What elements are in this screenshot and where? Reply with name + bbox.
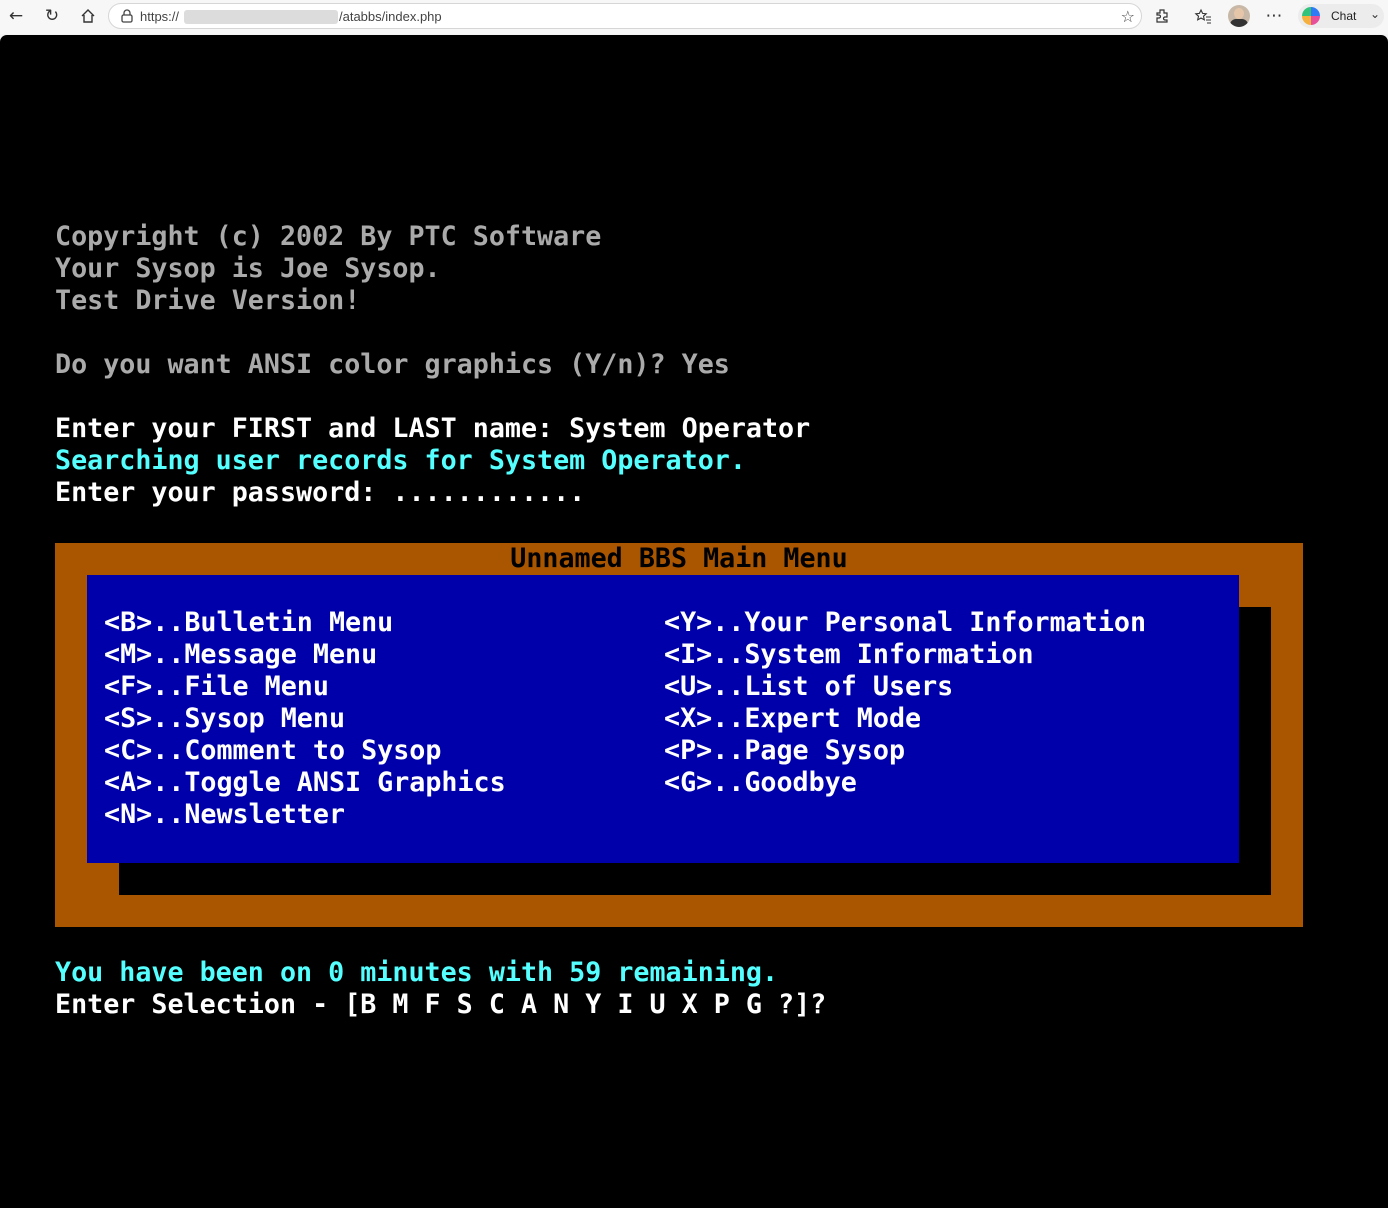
more-options-icon[interactable]: ⋯ [1261,4,1287,28]
menu-item-file[interactable]: <F>..File Menu [104,671,329,703]
time-status-line: You have been on 0 minutes with 59 remai… [55,957,779,988]
menu-item-message[interactable]: <M>..Message Menu [104,639,377,671]
menu-item-sysop[interactable]: <S>..Sysop Menu [104,703,345,735]
chat-label: Chat [1331,9,1357,23]
password-prompt-line: Enter your password: ............ [55,477,586,508]
browser-toolbar: ← ↻ https:// /atabbs/index.php ☆ ⋯ Chat … [0,0,1388,34]
extensions-icon[interactable] [1149,4,1175,28]
menu-title: Unnamed BBS Main Menu [510,543,848,574]
menu-item-goodbye[interactable]: <G>..Goodbye [664,767,857,799]
bbs-terminal[interactable]: Copyright (c) 2002 By PTC Software Your … [0,35,1388,1208]
searching-line: Searching user records for System Operat… [55,445,746,476]
copyright-line: Copyright (c) 2002 By PTC Software [55,221,602,252]
favorite-star-icon[interactable]: ☆ [1121,7,1135,26]
name-prompt-line: Enter your FIRST and LAST name: System O… [55,413,811,444]
menu-item-personal-info[interactable]: <Y>..Your Personal Information [664,607,1146,639]
profile-avatar[interactable] [1228,5,1250,27]
back-arrow-icon[interactable]: ← [3,4,29,28]
menu-item-toggle-ansi[interactable]: <A>..Toggle ANSI Graphics [104,767,506,799]
menu-item-system-info[interactable]: <I>..System Information [664,639,1034,671]
address-bar[interactable]: https:// /atabbs/index.php ☆ [108,3,1142,29]
chat-button[interactable]: Chat ⌄ [1298,4,1384,28]
home-icon[interactable] [75,4,101,28]
menu-item-comment[interactable]: <C>..Comment to Sysop [104,735,441,767]
menu-item-user-list[interactable]: <U>..List of Users [664,671,953,703]
refresh-icon[interactable]: ↻ [39,4,65,28]
menu-panel: <B>..Bulletin Menu <M>..Message Menu <F>… [87,575,1239,863]
menu-item-page-sysop[interactable]: <P>..Page Sysop [664,735,905,767]
url-scheme: https:// [140,9,180,24]
chevron-down-icon: ⌄ [1370,7,1381,21]
lock-icon [121,9,133,23]
url-path: /atabbs/index.php [339,9,442,24]
sysop-line: Your Sysop is Joe Sysop. [55,253,441,284]
ansi-prompt-line: Do you want ANSI color graphics (Y/n)? Y… [55,349,730,380]
main-menu-box: Unnamed BBS Main Menu <B>..Bulletin Menu… [55,543,1303,927]
copilot-icon [1302,7,1320,25]
menu-item-newsletter[interactable]: <N>..Newsletter [104,799,345,831]
selection-prompt[interactable]: Enter Selection - [B M F S C A N Y I U X… [55,989,826,1021]
menu-item-expert-mode[interactable]: <X>..Expert Mode [664,703,921,735]
favorites-icon[interactable] [1190,4,1216,28]
version-line: Test Drive Version! [55,285,361,316]
redacted-domain [184,10,338,24]
menu-item-bulletin[interactable]: <B>..Bulletin Menu [104,607,393,639]
